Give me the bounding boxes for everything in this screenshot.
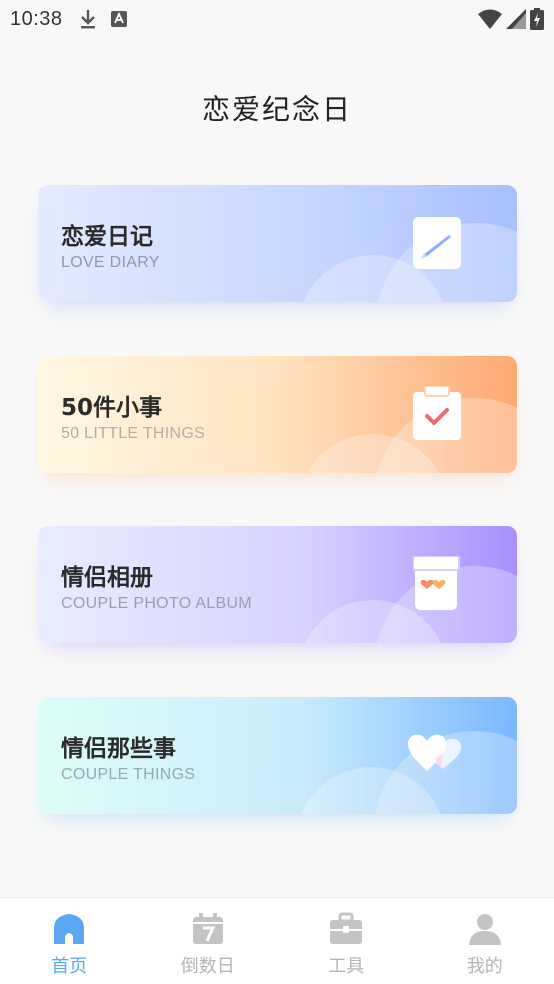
page-title: 恋爱纪念日 [201, 94, 352, 125]
checklist-clipboard-icon [413, 386, 461, 440]
profile-icon [468, 914, 501, 945]
tab-profile[interactable]: 我的 [416, 898, 554, 984]
signal-icon [506, 9, 526, 29]
home-icon [54, 914, 85, 944]
couple-things-card[interactable]: 情侣那些事 COUPLE THINGS [38, 697, 517, 814]
battery-icon [530, 8, 544, 30]
card-subtitle: 50 LITTLE THINGS [61, 425, 206, 442]
download-icon [80, 10, 95, 29]
card-subtitle: COUPLE PHOTO ALBUM [61, 595, 252, 612]
status-time: 10:38 [10, 7, 63, 30]
tab-countdown[interactable]: 倒数日 [139, 898, 278, 984]
card-title: 情侣那些事 [61, 736, 176, 762]
tab-profile-label: 我的 [466, 956, 503, 976]
card-subtitle: COUPLE THINGS [61, 766, 196, 783]
bottom-nav: 首页 倒数日 工具 我的 [0, 897, 554, 984]
couple-photo-album-card[interactable]: 情侣相册 COUPLE PHOTO ALBUM [38, 526, 517, 643]
tab-tools[interactable]: 工具 [277, 898, 416, 984]
calendar-icon [192, 913, 223, 944]
fifty-little-things-card[interactable]: 50件小事 50 LITTLE THINGS [38, 356, 517, 473]
diary-note-icon [413, 217, 461, 269]
card-title: 恋爱日记 [61, 224, 153, 250]
photo-album-icon [413, 556, 460, 610]
card-title: 情侣相册 [61, 565, 153, 591]
keyboard-a-icon [110, 11, 127, 27]
tab-tools-label: 工具 [328, 956, 365, 976]
wifi-icon [478, 9, 502, 29]
toolbox-icon [330, 912, 363, 944]
love-diary-card[interactable]: 恋爱日记 LOVE DIARY [38, 185, 517, 302]
status-bar: 10:38 [0, 0, 554, 38]
tab-countdown-label: 倒数日 [180, 956, 235, 976]
tab-home[interactable]: 首页 [0, 898, 139, 984]
tab-home-label: 首页 [51, 956, 88, 976]
card-subtitle: LOVE DIARY [61, 254, 160, 271]
double-heart-icon [407, 734, 462, 771]
card-title: 50件小事 [61, 395, 163, 421]
